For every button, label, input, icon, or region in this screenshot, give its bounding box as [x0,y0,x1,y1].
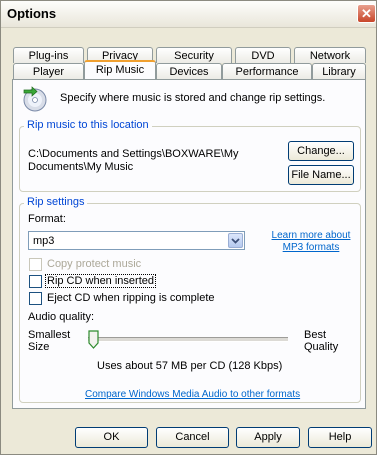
location-group: Rip music to this location C:\Documents … [19,119,361,192]
copy-protect-checkbox[interactable] [29,258,42,271]
slider-thumb[interactable] [88,330,99,352]
ok-button-label: OK [103,431,120,443]
tab-devices[interactable]: Devices [156,63,222,79]
tab-label: Performance [235,66,299,78]
rip-settings-group: Rip settings Format: mp3 Learn more abou… [19,196,361,403]
tab-player[interactable]: Player [13,63,84,79]
tab-performance[interactable]: Performance [222,63,312,79]
tab-plug-ins[interactable]: Plug-ins [13,47,84,63]
audio-quality-slider[interactable] [88,328,288,350]
chevron-down-icon[interactable] [228,233,243,248]
location-group-label: Rip music to this location [24,119,152,131]
format-label: Format: [28,213,66,225]
audio-quality-label: Audio quality: [28,311,95,323]
cd-rip-icon [22,86,48,115]
cancel-button-label: Cancel [175,431,210,443]
apply-button-label: Apply [254,431,282,443]
location-path-line2: Documents\My Music [28,161,134,173]
close-icon[interactable]: ✕ [357,4,376,23]
smallest-line1: Smallest [28,329,71,341]
tab-label: Player [32,66,65,78]
best-line2: Quality [304,341,339,353]
tab-label: Devices [169,66,209,78]
smallest-line2: Size [28,341,50,353]
window-title: Options [7,6,57,21]
eject-when-complete-label: Eject CD when ripping is complete [47,292,215,304]
tab-label: DVD [251,50,275,62]
options-window: Options ✕ Plug-ins Privacy Security DVD … [0,0,377,455]
rip-settings-group-label: Rip settings [24,196,88,208]
learn-more-mp3-link[interactable]: Learn more about MP3 formats [266,230,356,254]
format-select[interactable]: mp3 [28,231,245,250]
title-bar[interactable]: Options ✕ [1,1,376,28]
rip-music-panel: Specify where music is stored and change… [12,79,366,409]
learn-more-line1: Learn more about [271,230,351,241]
rip-when-inserted-checkbox[interactable] [29,275,42,288]
ok-button[interactable]: OK [75,427,148,448]
best-quality-label: Best Quality [304,329,338,353]
tab-library[interactable]: Library [312,63,366,79]
help-button-label: Help [328,431,352,443]
tab-label: Security [174,50,214,62]
copy-protect-label: Copy protect music [47,258,142,270]
tab-label: Plug-ins [28,50,69,62]
tab-security[interactable]: Security [156,47,232,63]
format-value: mp3 [33,235,55,247]
best-line1: Best [304,329,327,341]
file-name-button-label: File Name... [291,169,351,181]
smallest-size-label: Smallest Size [28,329,70,353]
change-button[interactable]: Change... [288,141,354,161]
apply-button[interactable]: Apply [236,427,300,448]
tab-rip-music[interactable]: Rip Music [84,60,156,79]
change-button-label: Change... [297,145,345,157]
tab-label: Rip Music [95,64,145,76]
rip-when-inserted-label[interactable]: Rip CD when inserted [45,274,156,288]
tab-network[interactable]: Network [294,47,366,63]
eject-when-complete-checkbox[interactable] [29,292,42,305]
cancel-button[interactable]: Cancel [156,427,229,448]
tab-label: Library [322,66,356,78]
compare-formats-link[interactable]: Compare Windows Media Audio to other for… [85,389,300,400]
location-path-line1: C:\Documents and Settings\BOXWARE\My [28,148,239,160]
usage-text: Uses about 57 MB per CD (128 Kbps) [97,360,283,372]
file-name-button[interactable]: File Name... [288,165,354,185]
slider-track [88,337,288,342]
tab-dvd[interactable]: DVD [235,47,291,63]
learn-more-line2: MP3 formats [282,242,340,253]
help-button[interactable]: Help [308,427,372,448]
tab-label: Network [309,50,351,62]
header-description: Specify where music is stored and change… [60,92,326,104]
